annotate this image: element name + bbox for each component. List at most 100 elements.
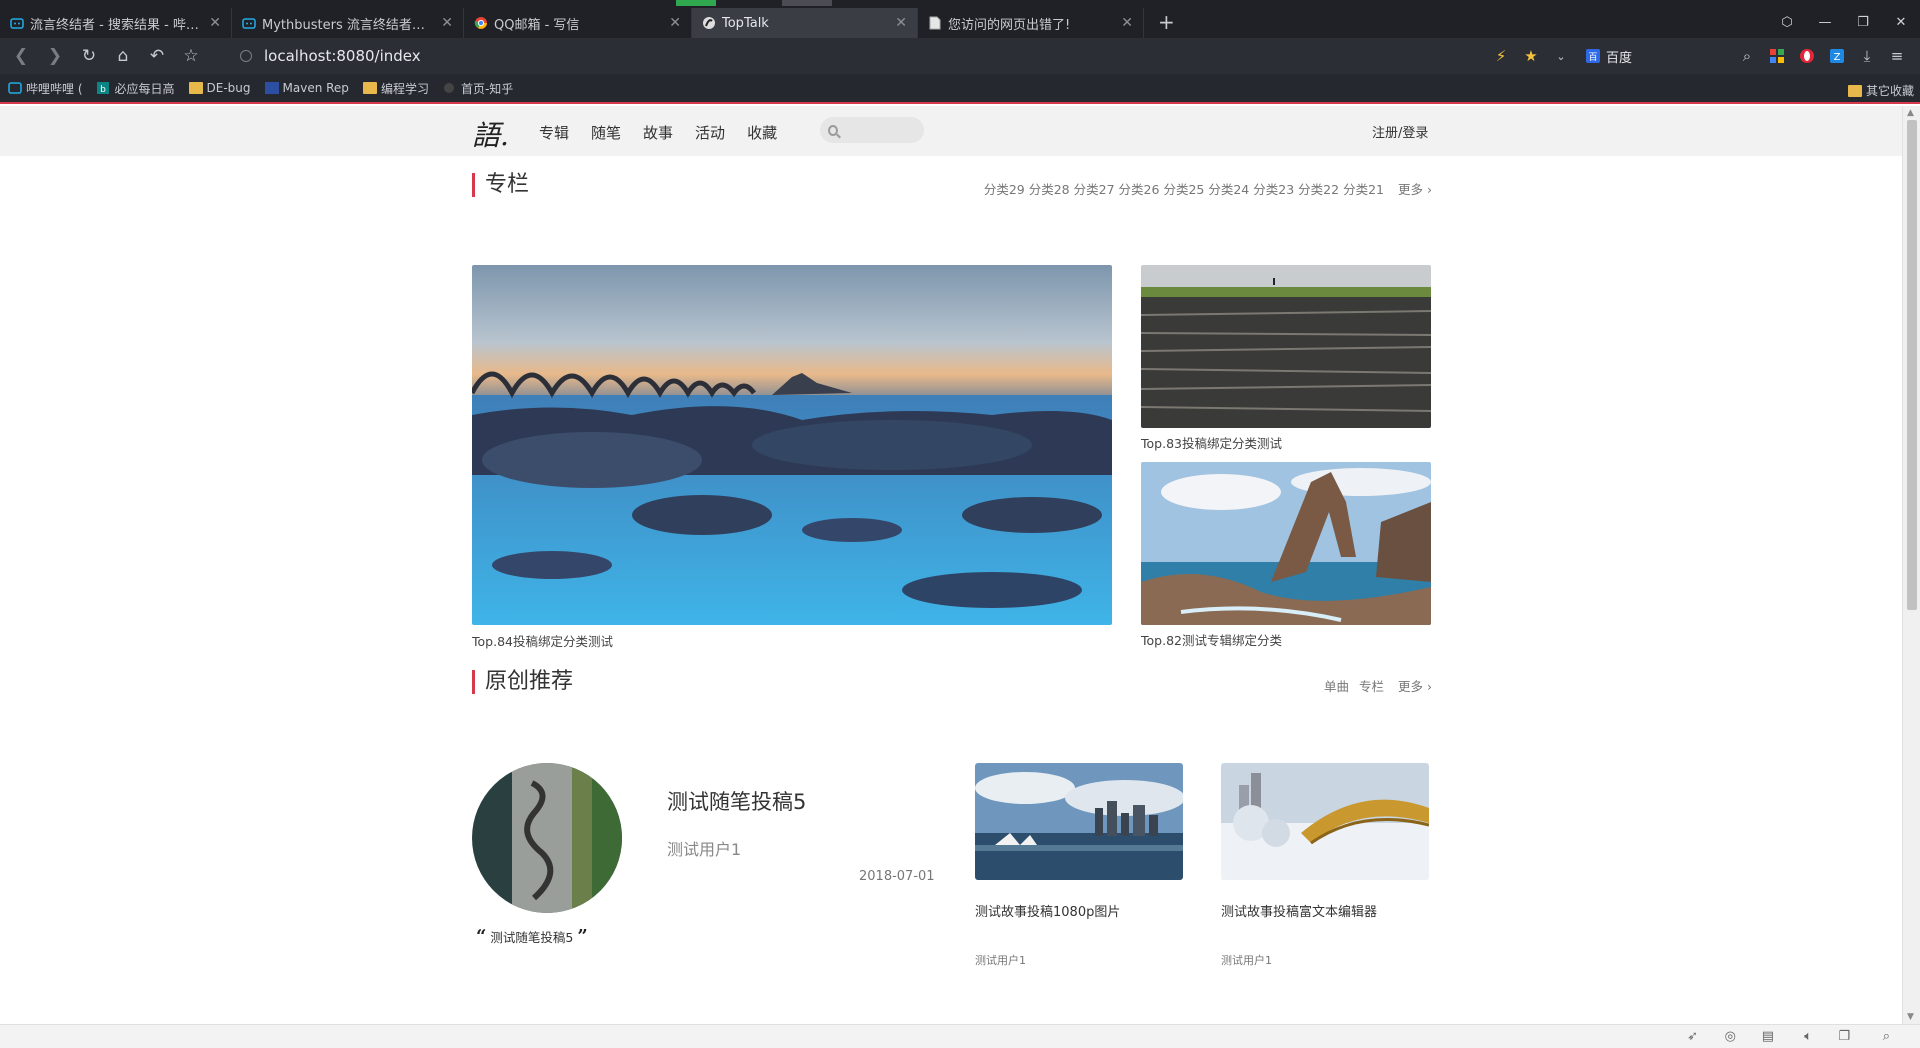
extension-icon[interactable]: Z bbox=[1822, 48, 1852, 64]
bilibili-icon bbox=[8, 82, 22, 94]
forward-icon[interactable]: ❯ bbox=[38, 41, 72, 71]
scroll-up-icon[interactable]: ▲ bbox=[1907, 108, 1914, 118]
window-icon[interactable]: ❐ bbox=[1838, 1029, 1850, 1044]
more-link[interactable]: 更多 › bbox=[1394, 179, 1432, 198]
essay-title[interactable]: 测试随笔投稿5 bbox=[667, 786, 806, 816]
story-author[interactable]: 测试用户1 bbox=[975, 952, 1026, 968]
site-search[interactable] bbox=[820, 117, 924, 143]
bookmark-item[interactable]: 哔哩哔哩 ( bbox=[8, 80, 83, 97]
category-link[interactable]: 分类27 bbox=[1074, 179, 1115, 198]
login-link[interactable]: 注册/登录 bbox=[1372, 122, 1428, 141]
nav-item-essay[interactable]: 随笔 bbox=[591, 122, 621, 143]
tab-indicator bbox=[676, 0, 716, 6]
link-column[interactable]: 专栏 bbox=[1359, 676, 1384, 695]
reload-icon[interactable]: ↻ bbox=[72, 41, 106, 71]
featured-photo[interactable] bbox=[472, 265, 1112, 625]
home-icon[interactable]: ⌂ bbox=[106, 41, 140, 71]
close-icon[interactable]: ✕ bbox=[209, 15, 221, 31]
restore-icon[interactable]: ❐ bbox=[1844, 8, 1882, 36]
scroll-down-icon[interactable]: ▼ bbox=[1907, 1012, 1914, 1022]
opera-icon[interactable] bbox=[1792, 48, 1822, 64]
nav-item-album[interactable]: 专辑 bbox=[539, 122, 569, 143]
shirt-icon[interactable]: ⬡ bbox=[1768, 8, 1806, 36]
bookmark-item[interactable]: b 必应每日高 bbox=[96, 80, 175, 97]
more-link[interactable]: 更多 › bbox=[1394, 676, 1432, 695]
apps-icon[interactable] bbox=[1762, 49, 1792, 63]
featured-photo[interactable] bbox=[1141, 462, 1431, 625]
back-icon[interactable]: ❮ bbox=[4, 41, 38, 71]
category-link[interactable]: 分类23 bbox=[1253, 179, 1294, 198]
undo-icon[interactable]: ↶ bbox=[140, 41, 174, 71]
bookmark-item[interactable]: Maven Rep bbox=[264, 81, 349, 95]
photo-caption[interactable]: Top.83投稿绑定分类测试 bbox=[1141, 433, 1282, 452]
tab-bilibili-search[interactable]: 流言终结者 - 搜索结果 - 哔哩哔 ✕ bbox=[0, 8, 232, 38]
bookmark-star-icon[interactable]: ★ bbox=[1516, 47, 1546, 65]
toolbar-right: ⚡ ★ ⌄ 百 百度 ⌕ Z ⤓ ≡ bbox=[1486, 42, 1912, 70]
featured-photo[interactable] bbox=[1141, 265, 1431, 428]
category-link[interactable]: 分类25 bbox=[1163, 179, 1204, 198]
rocket-icon[interactable]: ➶ bbox=[1687, 1029, 1698, 1044]
address-bar[interactable]: localhost:8080/index bbox=[240, 43, 421, 69]
bookmark-item[interactable]: 首页-知乎 bbox=[443, 80, 513, 97]
close-icon[interactable]: ✕ bbox=[1121, 15, 1133, 31]
category-link[interactable]: 分类28 bbox=[1029, 179, 1070, 198]
close-icon[interactable]: ✕ bbox=[669, 15, 681, 31]
bookmark-label: 首页-知乎 bbox=[460, 81, 514, 96]
category-link[interactable]: 分类21 bbox=[1343, 179, 1384, 198]
volume-icon[interactable]: 🔈︎ bbox=[1804, 1029, 1812, 1044]
new-tab-button[interactable]: + bbox=[1158, 10, 1175, 34]
close-icon[interactable]: ✕ bbox=[441, 15, 453, 31]
bookmark-item[interactable]: 编程学习 bbox=[362, 80, 429, 97]
photo-caption[interactable]: Top.84投稿绑定分类测试 bbox=[472, 631, 613, 650]
story-author[interactable]: 测试用户1 bbox=[1221, 952, 1272, 968]
story-cover-photo[interactable] bbox=[975, 763, 1183, 880]
other-bookmarks[interactable]: 其它收藏 bbox=[1847, 82, 1914, 99]
scrollbar-thumb[interactable] bbox=[1907, 120, 1917, 610]
nav-item-story[interactable]: 故事 bbox=[643, 122, 673, 143]
lightning-icon[interactable]: ⚡ bbox=[1486, 47, 1516, 65]
minimize-icon[interactable]: — bbox=[1806, 8, 1844, 36]
close-icon[interactable]: ✕ bbox=[895, 15, 907, 31]
site-logo[interactable]: 語. bbox=[472, 114, 509, 154]
nav-item-activity[interactable]: 活动 bbox=[695, 122, 725, 143]
chevron-down-icon[interactable]: ⌄ bbox=[1546, 50, 1576, 63]
essay-author[interactable]: 测试用户1 bbox=[667, 836, 741, 860]
photo-caption[interactable]: Top.82测试专辑绑定分类 bbox=[1141, 630, 1282, 649]
page-scrollbar[interactable]: ▲ ▼ bbox=[1902, 106, 1920, 1024]
bookmark-label: Maven Rep bbox=[282, 81, 349, 95]
window-controls: ⬡ — ❐ ✕ bbox=[1768, 8, 1920, 36]
category-link[interactable]: 分类26 bbox=[1119, 179, 1160, 198]
download-icon[interactable]: ⤓ bbox=[1852, 47, 1882, 65]
search-icon bbox=[828, 124, 838, 136]
category-link[interactable]: 分类22 bbox=[1298, 179, 1339, 198]
category-link[interactable]: 分类24 bbox=[1208, 179, 1249, 198]
tab-mythbusters[interactable]: Mythbusters 流言终结者高清系 ✕ bbox=[232, 8, 464, 38]
essay-cover-photo[interactable] bbox=[472, 763, 622, 913]
star-outline-icon[interactable]: ☆ bbox=[174, 41, 208, 71]
tab-qq-mail[interactable]: QQ邮箱 - 写信 ✕ bbox=[464, 8, 692, 38]
link-single[interactable]: 单曲 bbox=[1324, 676, 1349, 695]
maven-icon bbox=[264, 82, 279, 94]
story-title[interactable]: 测试故事投稿1080p图片 bbox=[975, 901, 1120, 920]
tab-label: 您访问的网页出错了! bbox=[948, 17, 1071, 33]
folder-icon bbox=[362, 82, 377, 94]
nav-item-favorites[interactable]: 收藏 bbox=[747, 122, 777, 143]
bookmark-item[interactable]: DE-bug bbox=[188, 81, 251, 95]
story-cover-photo[interactable] bbox=[1221, 763, 1429, 880]
tab-toptalk[interactable]: TopTalk ✕ bbox=[692, 8, 918, 38]
category-link[interactable]: 分类29 bbox=[984, 179, 1025, 198]
speed-icon[interactable]: ◎ bbox=[1725, 1029, 1736, 1044]
search-engine-selector[interactable]: 百 百度 bbox=[1585, 47, 1632, 66]
menu-icon[interactable]: ≡ bbox=[1882, 47, 1912, 65]
chevron-right-icon: › bbox=[1427, 182, 1432, 197]
trash-icon[interactable]: ▤ bbox=[1762, 1029, 1774, 1044]
category-links: 分类29 分类28 分类27 分类26 分类25 分类24 分类23 分类22 … bbox=[980, 179, 1432, 198]
browser-status-bar: ➶ ◎ ▤ 🔈︎ ❐ ⌕ bbox=[0, 1024, 1920, 1048]
tab-error-page[interactable]: 您访问的网页出错了! ✕ bbox=[918, 8, 1144, 38]
story-title[interactable]: 测试故事投稿富文本编辑器 bbox=[1221, 901, 1377, 920]
site-info-icon[interactable] bbox=[240, 50, 252, 62]
search-icon[interactable]: ⌕ bbox=[1732, 47, 1762, 65]
search-input[interactable] bbox=[844, 123, 924, 137]
zoom-icon[interactable]: ⌕ bbox=[1883, 1029, 1890, 1044]
close-window-icon[interactable]: ✕ bbox=[1882, 8, 1920, 36]
